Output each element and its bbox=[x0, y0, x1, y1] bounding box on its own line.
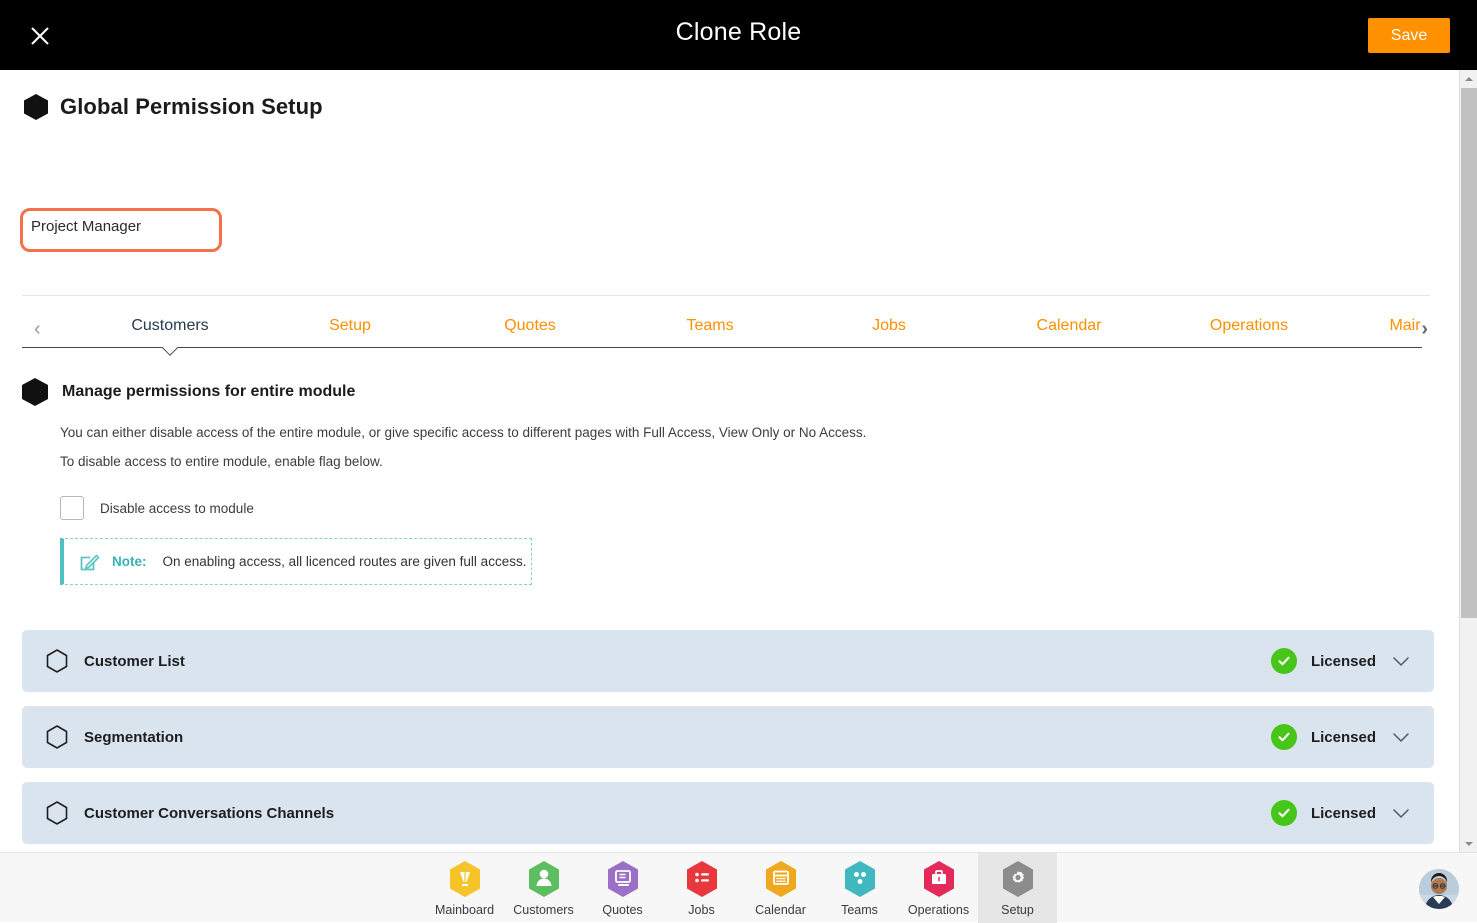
chevron-down-icon[interactable] bbox=[1390, 650, 1412, 672]
tab-customers[interactable]: Customers bbox=[131, 317, 208, 335]
person-icon bbox=[526, 859, 562, 899]
tab-operations[interactable]: Operations bbox=[1210, 317, 1288, 335]
nav-item-jobs[interactable]: Jobs bbox=[662, 853, 741, 923]
permission-status[interactable]: Licensed bbox=[1271, 782, 1412, 844]
scroll-down-button[interactable] bbox=[1460, 835, 1477, 852]
tabs-next-arrow[interactable]: › bbox=[1421, 318, 1428, 341]
nav-label: Setup bbox=[1001, 903, 1034, 917]
gear-icon bbox=[1000, 859, 1036, 899]
list-icon bbox=[684, 859, 720, 899]
page-title: Clone Role bbox=[0, 18, 1477, 47]
check-icon bbox=[1276, 729, 1292, 745]
nav-label: Mainboard bbox=[435, 903, 494, 917]
tab-quotes[interactable]: Quotes bbox=[504, 317, 556, 335]
table-row[interactable]: Customer List Licensed bbox=[22, 630, 1434, 692]
hexagon-icon bbox=[22, 378, 48, 406]
permission-name: Customer List bbox=[84, 653, 185, 670]
vertical-scrollbar[interactable] bbox=[1459, 70, 1477, 852]
tabs-underline bbox=[22, 347, 1422, 348]
user-avatar-image bbox=[1419, 869, 1459, 909]
permission-status[interactable]: Licensed bbox=[1271, 630, 1412, 692]
briefcase-icon bbox=[921, 859, 957, 899]
disable-access-label: Disable access to module bbox=[100, 501, 254, 516]
table-row[interactable]: Segmentation Licensed bbox=[22, 706, 1434, 768]
manage-permissions-header: Manage permissions for entire module bbox=[22, 378, 355, 406]
active-tab-pointer bbox=[160, 347, 180, 358]
nav-item-setup[interactable]: Setup bbox=[978, 853, 1057, 923]
tab-teams[interactable]: Teams bbox=[686, 317, 733, 335]
section-title: Global Permission Setup bbox=[60, 94, 323, 120]
hexagon-outline-icon bbox=[46, 649, 68, 673]
hexagon-icon bbox=[24, 94, 48, 120]
caret-down-icon bbox=[1464, 840, 1474, 848]
tab-mainboard[interactable]: Mair bbox=[1389, 317, 1420, 335]
nav-label: Customers bbox=[513, 903, 573, 917]
status-badge: Licensed bbox=[1311, 729, 1376, 746]
permission-rows: Customer List Licensed Segmentation bbox=[22, 630, 1434, 852]
nav-label: Operations bbox=[908, 903, 969, 917]
teams-icon bbox=[842, 859, 878, 899]
role-name-input[interactable] bbox=[23, 211, 219, 249]
check-circle-icon bbox=[1271, 724, 1297, 750]
avatar[interactable] bbox=[1419, 869, 1459, 909]
edit-icon bbox=[78, 550, 102, 574]
note-label: Note: bbox=[112, 554, 147, 569]
chevron-down-icon[interactable] bbox=[1390, 726, 1412, 748]
check-circle-icon bbox=[1271, 648, 1297, 674]
save-button[interactable]: Save bbox=[1368, 18, 1450, 53]
nav-label: Teams bbox=[841, 903, 878, 917]
module-description-line1: You can either disable access of the ent… bbox=[60, 425, 866, 440]
section-header: Global Permission Setup bbox=[24, 94, 323, 120]
permission-name: Customer Conversations Channels bbox=[84, 805, 334, 822]
nav-item-teams[interactable]: Teams bbox=[820, 853, 899, 923]
caret-up-icon bbox=[1464, 75, 1474, 83]
bottom-navigation: Mainboard Customers Quote bbox=[0, 852, 1477, 922]
note-text: On enabling access, all licenced routes … bbox=[163, 554, 527, 569]
scroll-up-button[interactable] bbox=[1460, 70, 1477, 87]
tab-calendar[interactable]: Calendar bbox=[1037, 317, 1102, 335]
nav-label: Quotes bbox=[602, 903, 642, 917]
nav-label: Calendar bbox=[755, 903, 806, 917]
hexagon-outline-icon bbox=[46, 725, 68, 749]
tabs-top-divider bbox=[22, 295, 1430, 296]
permission-status[interactable]: Licensed bbox=[1271, 706, 1412, 768]
disable-access-checkbox[interactable] bbox=[60, 496, 84, 520]
modal-body: Global Permission Setup ‹ › Customers Se… bbox=[0, 70, 1459, 852]
module-description-line2: To disable access to entire module, enab… bbox=[60, 454, 383, 469]
tab-setup[interactable]: Setup bbox=[329, 317, 371, 335]
module-tabs: ‹ › Customers Setup Quotes Teams Jobs Ca… bbox=[22, 302, 1430, 358]
role-name-field-wrapper[interactable] bbox=[20, 208, 222, 252]
mainboard-icon bbox=[447, 859, 483, 899]
table-row[interactable]: Customer Conversations Channels Licensed bbox=[22, 782, 1434, 844]
nav-label: Jobs bbox=[688, 903, 714, 917]
nav-item-operations[interactable]: Operations bbox=[899, 853, 978, 923]
note-callout: Note: On enabling access, all licenced r… bbox=[60, 538, 532, 585]
tab-jobs[interactable]: Jobs bbox=[872, 317, 906, 335]
hexagon-outline-icon bbox=[46, 801, 68, 825]
check-circle-icon bbox=[1271, 800, 1297, 826]
tabs-prev-arrow[interactable]: ‹ bbox=[34, 318, 41, 341]
quotes-icon bbox=[605, 859, 641, 899]
chevron-down-icon[interactable] bbox=[1390, 802, 1412, 824]
permission-name: Segmentation bbox=[84, 729, 183, 746]
scrollbar-thumb[interactable] bbox=[1461, 88, 1477, 618]
nav-item-quotes[interactable]: Quotes bbox=[583, 853, 662, 923]
manage-permissions-title: Manage permissions for entire module bbox=[62, 383, 355, 401]
modal-titlebar: Clone Role Save bbox=[0, 0, 1477, 70]
bottom-nav-items: Mainboard Customers Quote bbox=[425, 853, 1057, 923]
nav-item-mainboard[interactable]: Mainboard bbox=[425, 853, 504, 923]
status-badge: Licensed bbox=[1311, 653, 1376, 670]
calendar-icon bbox=[763, 859, 799, 899]
nav-item-calendar[interactable]: Calendar bbox=[741, 853, 820, 923]
nav-item-customers[interactable]: Customers bbox=[504, 853, 583, 923]
check-icon bbox=[1276, 805, 1292, 821]
disable-access-row[interactable]: Disable access to module bbox=[60, 496, 254, 520]
check-icon bbox=[1276, 653, 1292, 669]
status-badge: Licensed bbox=[1311, 805, 1376, 822]
